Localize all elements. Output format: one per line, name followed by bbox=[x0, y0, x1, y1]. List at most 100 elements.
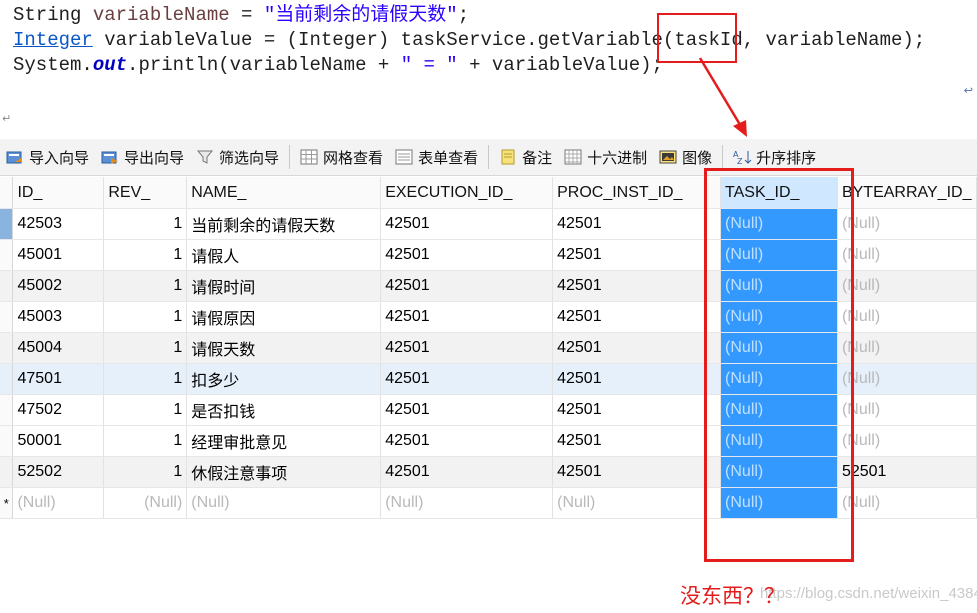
svg-text:Z: Z bbox=[737, 157, 743, 165]
filter-icon bbox=[196, 149, 214, 165]
cell-rev[interactable]: 1 bbox=[103, 456, 188, 488]
cell-name[interactable]: 请假原因 bbox=[186, 301, 382, 333]
cell-id[interactable]: (Null) bbox=[12, 487, 105, 519]
cell-id[interactable]: 52502 bbox=[12, 456, 105, 488]
column-header-execution-id[interactable]: EXECUTION_ID_ bbox=[380, 177, 554, 209]
cell-id[interactable]: 45002 bbox=[12, 270, 105, 302]
cell-proc-inst-id[interactable]: 42501 bbox=[552, 425, 722, 457]
row-selector[interactable] bbox=[0, 270, 14, 302]
cell-name[interactable]: 休假注意事项 bbox=[186, 456, 382, 488]
cell-id[interactable]: 42503 bbox=[12, 208, 105, 240]
cell-execution-id[interactable]: 42501 bbox=[380, 363, 554, 395]
row-selector[interactable] bbox=[0, 456, 14, 488]
cell-bytearray-id[interactable]: 52501 bbox=[837, 456, 977, 488]
cell-proc-inst-id[interactable]: (Null) bbox=[552, 487, 722, 519]
cell-rev[interactable]: 1 bbox=[103, 301, 188, 333]
cell-bytearray-id[interactable]: (Null) bbox=[837, 363, 977, 395]
row-selector[interactable] bbox=[0, 394, 14, 426]
hex-button[interactable]: 十六进制 bbox=[558, 142, 653, 172]
cell-id[interactable]: 50001 bbox=[12, 425, 105, 457]
cell-name[interactable]: 请假人 bbox=[186, 239, 382, 271]
cell-id[interactable]: 47502 bbox=[12, 394, 105, 426]
cell-bytearray-id[interactable]: (Null) bbox=[837, 270, 977, 302]
cell-bytearray-id[interactable]: (Null) bbox=[837, 208, 977, 240]
import-wizard-button[interactable]: 导入向导 bbox=[0, 142, 95, 172]
expand-icon: ↩ bbox=[963, 85, 973, 97]
code-token: , variableName); bbox=[742, 29, 926, 51]
cell-execution-id[interactable]: 42501 bbox=[380, 425, 554, 457]
form-view-button[interactable]: 表单查看 bbox=[389, 142, 484, 172]
row-selector[interactable] bbox=[0, 301, 14, 333]
new-row-marker: * bbox=[0, 487, 14, 519]
cell-rev[interactable]: 1 bbox=[103, 425, 188, 457]
cell-id[interactable]: 45001 bbox=[12, 239, 105, 271]
code-type-link[interactable]: Integer bbox=[13, 29, 93, 51]
cell-rev[interactable]: 1 bbox=[103, 363, 188, 395]
cell-rev[interactable]: (Null) bbox=[103, 487, 188, 519]
column-header-name[interactable]: NAME_ bbox=[186, 177, 382, 209]
cell-proc-inst-id[interactable]: 42501 bbox=[552, 208, 722, 240]
cell-bytearray-id[interactable]: (Null) bbox=[837, 394, 977, 426]
cell-proc-inst-id[interactable]: 42501 bbox=[552, 363, 722, 395]
cell-execution-id[interactable]: 42501 bbox=[380, 301, 554, 333]
cell-name[interactable]: 请假天数 bbox=[186, 332, 382, 364]
grid-view-button[interactable]: 网格查看 bbox=[294, 142, 389, 172]
cell-execution-id[interactable]: 42501 bbox=[380, 394, 554, 426]
row-selector[interactable] bbox=[0, 332, 14, 364]
cell-execution-id[interactable]: 42501 bbox=[380, 239, 554, 271]
cell-rev[interactable]: 1 bbox=[103, 332, 188, 364]
column-header-id[interactable]: ID_ bbox=[12, 177, 105, 209]
cell-bytearray-id[interactable]: (Null) bbox=[837, 239, 977, 271]
cell-proc-inst-id[interactable]: 42501 bbox=[552, 239, 722, 271]
code-field: out bbox=[92, 54, 128, 76]
cell-proc-inst-id[interactable]: 42501 bbox=[552, 394, 722, 426]
toolbar-divider bbox=[488, 145, 490, 169]
cell-bytearray-id[interactable]: (Null) bbox=[837, 332, 977, 364]
cell-execution-id[interactable]: (Null) bbox=[380, 487, 554, 519]
cell-rev[interactable]: 1 bbox=[103, 208, 188, 240]
row-selector[interactable] bbox=[0, 239, 14, 271]
cell-id[interactable]: 47501 bbox=[12, 363, 105, 395]
cell-proc-inst-id[interactable]: 42501 bbox=[552, 270, 722, 302]
cell-proc-inst-id[interactable]: 42501 bbox=[552, 332, 722, 364]
code-token: String bbox=[13, 4, 93, 26]
memo-button[interactable]: 备注 bbox=[493, 142, 558, 172]
import-wizard-icon bbox=[6, 149, 24, 165]
row-selector[interactable] bbox=[0, 363, 14, 395]
column-header-rev[interactable]: REV_ bbox=[103, 177, 188, 209]
code-token: .println(variableName + bbox=[127, 54, 401, 76]
cell-rev[interactable]: 1 bbox=[103, 239, 188, 271]
cell-name[interactable]: 扣多少 bbox=[186, 363, 382, 395]
cell-name[interactable]: 是否扣钱 bbox=[186, 394, 382, 426]
filter-wizard-button[interactable]: 筛选向导 bbox=[190, 142, 285, 172]
image-icon bbox=[659, 149, 677, 165]
cell-bytearray-id[interactable]: (Null) bbox=[837, 487, 977, 519]
cell-bytearray-id[interactable]: (Null) bbox=[837, 425, 977, 457]
cell-bytearray-id[interactable]: (Null) bbox=[837, 301, 977, 333]
code-string: "当前剩余的请假天数" bbox=[263, 4, 458, 26]
column-header-proc-inst-id[interactable]: PROC_INST_ID_ bbox=[552, 177, 722, 209]
toolbar-label: 筛选向导 bbox=[219, 149, 280, 167]
column-header-bytearray-id[interactable]: BYTEARRAY_ID_ bbox=[837, 177, 977, 209]
memo-icon bbox=[499, 149, 517, 165]
cell-id[interactable]: 45003 bbox=[12, 301, 105, 333]
cell-rev[interactable]: 1 bbox=[103, 270, 188, 302]
cell-execution-id[interactable]: 42501 bbox=[380, 208, 554, 240]
cell-execution-id[interactable]: 42501 bbox=[380, 332, 554, 364]
cell-name[interactable]: 经理审批意见 bbox=[186, 425, 382, 457]
paragraph-mark-icon: ↵ bbox=[2, 113, 12, 125]
cell-execution-id[interactable]: 42501 bbox=[380, 456, 554, 488]
export-wizard-button[interactable]: 导出向导 bbox=[95, 142, 190, 172]
cell-proc-inst-id[interactable]: 42501 bbox=[552, 456, 722, 488]
row-selector[interactable] bbox=[0, 425, 14, 457]
cell-execution-id[interactable]: 42501 bbox=[380, 270, 554, 302]
cell-name[interactable]: 请假时间 bbox=[186, 270, 382, 302]
cell-id[interactable]: 45004 bbox=[12, 332, 105, 364]
cell-name[interactable]: (Null) bbox=[186, 487, 382, 519]
sort-asc-icon: AZ bbox=[733, 149, 752, 166]
cell-proc-inst-id[interactable]: 42501 bbox=[552, 301, 722, 333]
cell-rev[interactable]: 1 bbox=[103, 394, 188, 426]
cell-name[interactable]: 当前剩余的请假天数 bbox=[186, 208, 382, 240]
code-token: System. bbox=[13, 54, 93, 76]
row-selector[interactable] bbox=[0, 208, 14, 240]
